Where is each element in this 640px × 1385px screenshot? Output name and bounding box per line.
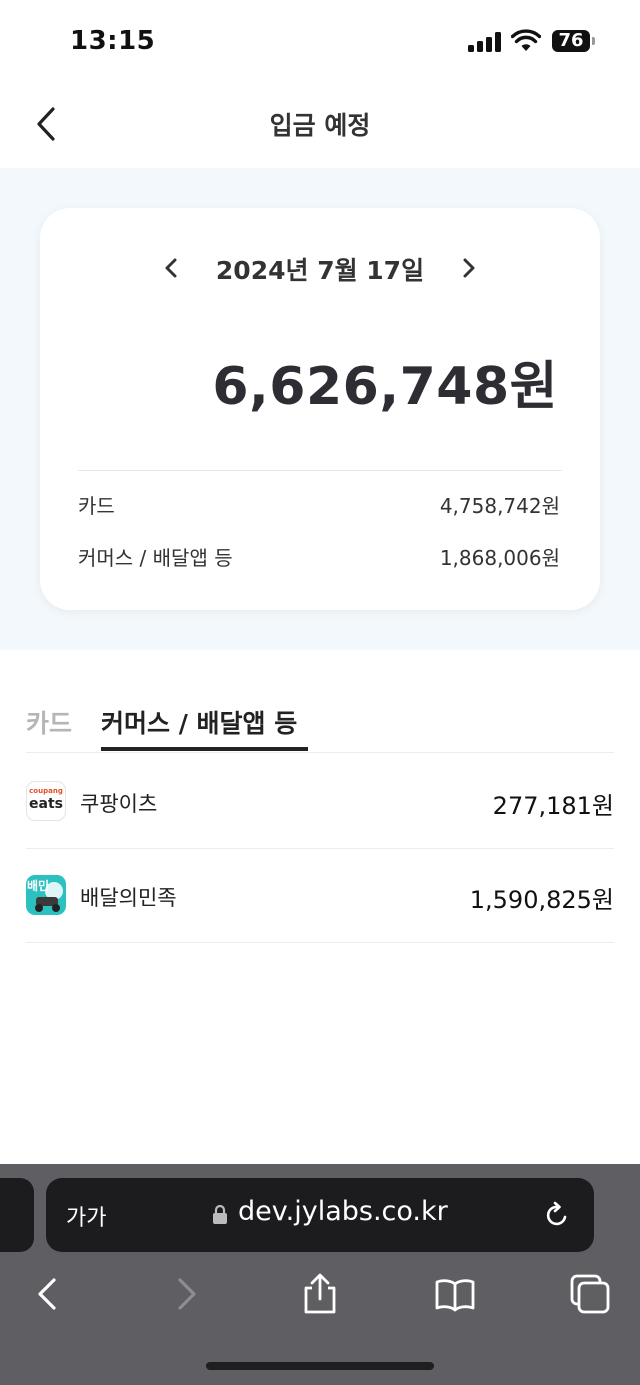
- commerce-total-value: 1,868,006원: [439, 546, 560, 570]
- baemin-logo-text: 배민: [27, 879, 50, 893]
- battery-indicator: 76: [552, 30, 590, 52]
- cellular-signal-icon: [468, 32, 502, 52]
- baemin-logo: 배민: [26, 875, 66, 915]
- app-name: 배달의민족: [80, 886, 177, 910]
- total-amount: 6,626,748원: [212, 357, 558, 417]
- previous-tab-preview[interactable]: [0, 1178, 34, 1252]
- tab-card[interactable]: 카드: [26, 704, 72, 740]
- list-item-coupang-eats[interactable]: coupang eats 쿠팡이츠 277,181원: [26, 754, 614, 849]
- tab-divider: [26, 752, 614, 753]
- page-title: 입금 예정: [269, 111, 371, 140]
- active-tab-indicator: [101, 747, 308, 751]
- coupang-logo-text-bottom: eats: [29, 796, 63, 812]
- tabs-icon[interactable]: [568, 1272, 612, 1316]
- tab-commerce-delivery[interactable]: 커머스 / 배달앱 등: [101, 704, 297, 740]
- share-icon[interactable]: [298, 1272, 342, 1316]
- coupang-eats-logo: coupang eats: [26, 781, 66, 821]
- reload-icon[interactable]: [542, 1200, 572, 1230]
- home-indicator: [206, 1362, 434, 1370]
- card-total-value: 4,758,742원: [439, 494, 560, 518]
- lock-icon: [213, 1204, 227, 1224]
- app-amount: 1,590,825원: [469, 886, 614, 914]
- browser-forward-icon[interactable]: [164, 1272, 208, 1316]
- url-text[interactable]: dev.jylabs.co.kr: [238, 1196, 448, 1227]
- status-time: 13:15: [70, 26, 156, 56]
- app-amount: 277,181원: [492, 792, 614, 820]
- next-date-button[interactable]: [455, 253, 483, 283]
- list-item-baemin[interactable]: 배민 배달의민족 1,590,825원: [26, 848, 614, 943]
- card-total-label: 카드: [78, 494, 115, 518]
- date-label: 2024년 7월 17일: [215, 256, 425, 285]
- previous-date-button[interactable]: [157, 253, 185, 283]
- coupang-logo-text-top: coupang: [29, 787, 63, 795]
- browser-back-icon[interactable]: [26, 1272, 70, 1316]
- divider: [78, 470, 562, 471]
- commerce-total-label: 커머스 / 배달앱 등: [78, 546, 233, 570]
- app-name: 쿠팡이츠: [80, 792, 158, 816]
- battery-nub: [592, 37, 595, 45]
- wifi-icon: [511, 29, 541, 51]
- text-size-button[interactable]: 가가: [66, 1200, 106, 1232]
- bookmarks-icon[interactable]: [433, 1272, 477, 1316]
